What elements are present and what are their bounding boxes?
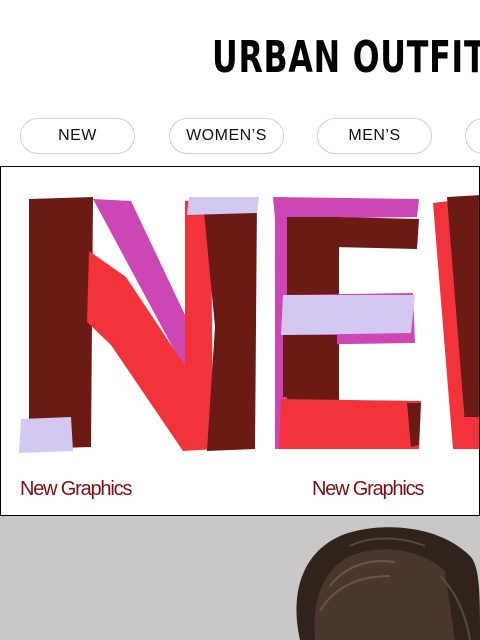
nav-item-new[interactable]: NEW	[20, 118, 135, 154]
model-hair-image	[0, 516, 480, 640]
nav-item-more[interactable]	[465, 118, 480, 154]
model-photo[interactable]	[0, 516, 480, 640]
nav-item-label: NEW	[58, 127, 97, 144]
nav-item-label: MEN’S	[348, 127, 401, 144]
nav-item-label: WOMEN’S	[186, 127, 267, 144]
nav-item-womens[interactable]: WOMEN’S	[169, 118, 284, 154]
brand-logo[interactable]: URBAN OUTFITTERS	[212, 30, 480, 86]
nav-item-mens[interactable]: MEN’S	[317, 118, 432, 154]
site-header: URBAN OUTFITTERS	[0, 0, 480, 105]
category-nav: NEW WOMEN’S MEN’S	[0, 117, 480, 157]
banner-caption-link[interactable]: New Graphics	[312, 478, 424, 501]
promo-banner[interactable]	[0, 166, 480, 516]
banner-caption-link[interactable]: New Graphics	[20, 478, 132, 501]
new-letters-artwork	[19, 195, 479, 453]
